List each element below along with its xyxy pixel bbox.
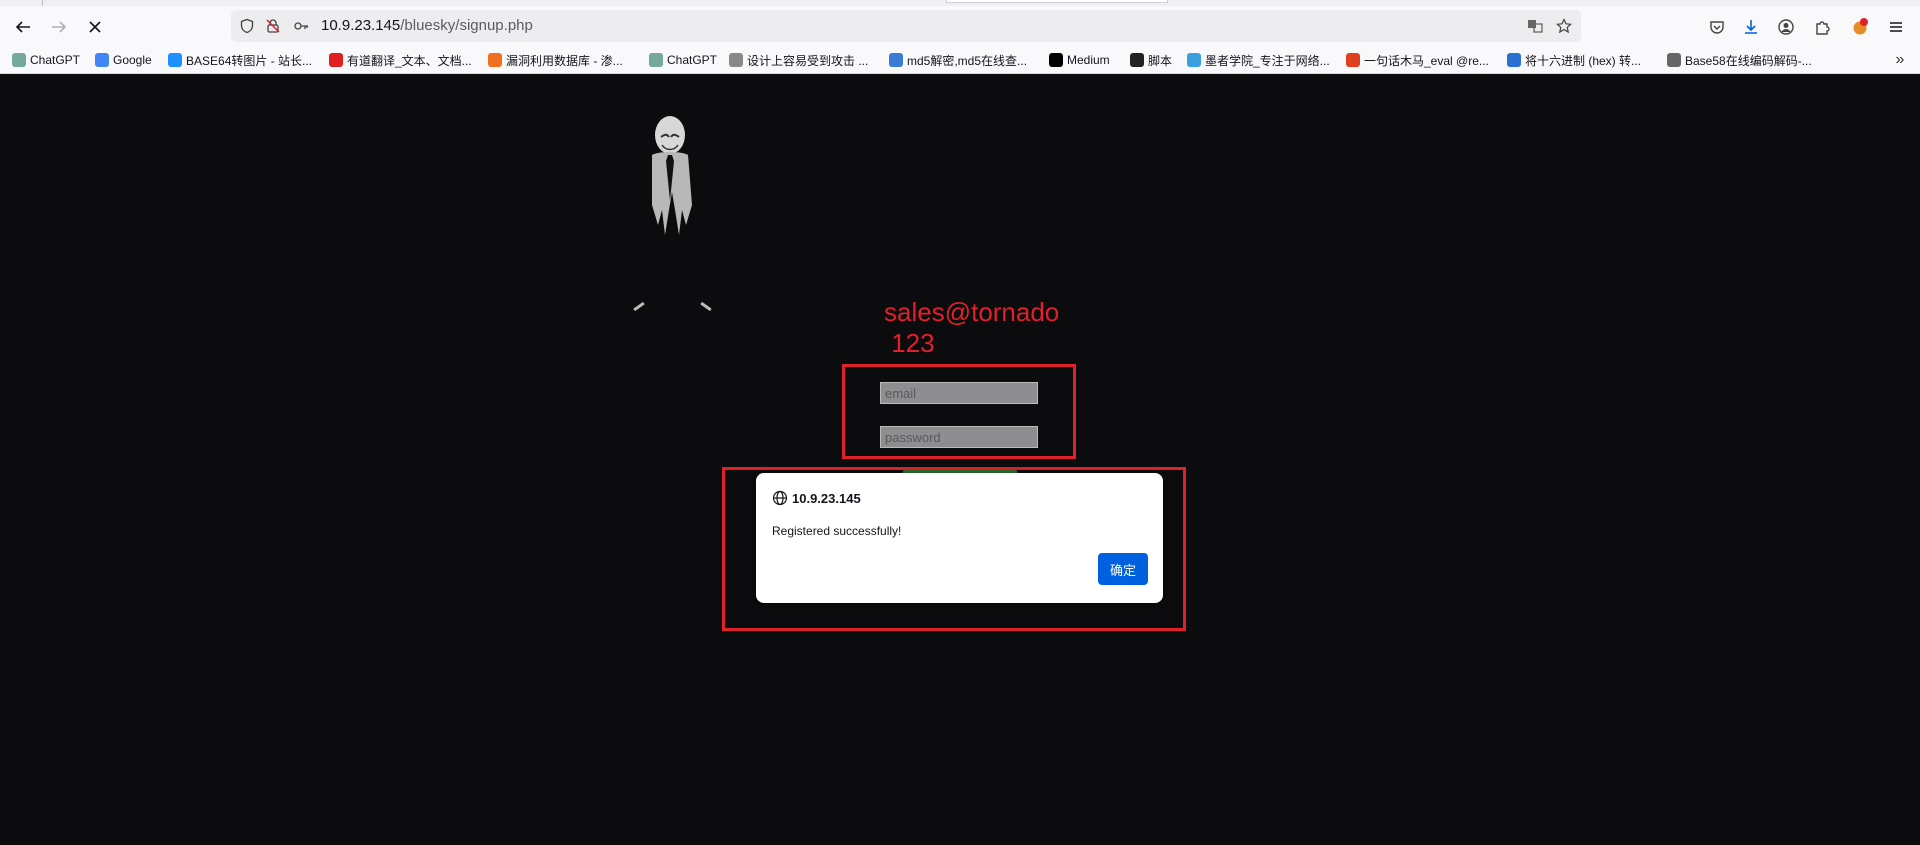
bookmark-item[interactable]: Google xyxy=(95,50,152,70)
bookmark-item[interactable]: ChatGPT xyxy=(12,50,80,70)
fox-extension-icon xyxy=(1853,18,1868,35)
bookmark-label: BASE64转图片 - 站长... xyxy=(186,53,313,68)
back-arrow-icon xyxy=(15,21,30,33)
bookmark-label: 漏洞利用数据库 - 渗... xyxy=(506,53,623,68)
globe-icon xyxy=(772,490,788,506)
md5-icon xyxy=(889,53,903,67)
bookmark-label: 墨者学院_专注于网络... xyxy=(1205,53,1330,68)
url-text[interactable]: 10.9.23.145/bluesky/signup.php xyxy=(321,10,533,42)
bookmarks-overflow-chevron-icon[interactable]: » xyxy=(1890,50,1910,70)
pocket-button[interactable] xyxy=(1702,12,1732,42)
dialog-origin: 10.9.23.145 xyxy=(772,490,861,506)
dialog-origin-host: 10.9.23.145 xyxy=(792,490,861,506)
translate-icon[interactable] xyxy=(1527,18,1543,34)
bookmark-label: 设计上容易受到攻击 ... xyxy=(747,53,869,68)
google-icon xyxy=(95,53,109,67)
exploit-db-icon xyxy=(488,53,502,67)
forward-button[interactable] xyxy=(44,12,74,42)
pocket-icon xyxy=(1710,21,1724,34)
hamburger-menu-icon xyxy=(1890,22,1902,32)
bookmark-item[interactable]: 一句话木马_eval @re... xyxy=(1346,50,1489,70)
csdn-icon xyxy=(1346,53,1360,67)
bookmark-item[interactable]: 有道翻译_文本、文档... xyxy=(329,50,472,70)
account-icon xyxy=(1778,19,1794,35)
decor-dash xyxy=(700,301,712,312)
account-button[interactable] xyxy=(1771,12,1801,42)
bookmark-item[interactable]: 将十六进制 (hex) 转... xyxy=(1507,50,1641,70)
mozhe-icon xyxy=(1187,53,1201,67)
active-tab[interactable] xyxy=(946,0,1168,3)
dialog-ok-button[interactable]: 确定 xyxy=(1098,553,1148,585)
bookmarks-toolbar: ChatGPT Google BASE64转图片 - 站长... 有道翻译_文本… xyxy=(0,46,1920,74)
bookmark-label: 一句话木马_eval @re... xyxy=(1364,53,1489,68)
url-host: 10.9.23.145 xyxy=(321,17,401,34)
bookmark-label: 脚本 xyxy=(1148,53,1173,68)
hex-icon xyxy=(1507,53,1521,67)
bookmark-item[interactable]: Base58在线编码解码-... xyxy=(1667,50,1812,70)
bookmark-star-icon[interactable] xyxy=(1556,18,1572,34)
bookmark-label: ChatGPT xyxy=(667,53,718,67)
bookmark-item[interactable]: 漏洞利用数据库 - 渗... xyxy=(488,50,623,70)
dialog-message: Registered successfully! xyxy=(772,524,902,538)
bookmark-label: 有道翻译_文本、文档... xyxy=(347,53,472,68)
anonymous-mask-figure-image xyxy=(652,116,692,235)
briefcase-icon xyxy=(1667,53,1681,67)
bookmark-item[interactable]: Medium xyxy=(1049,50,1110,70)
bookmark-item[interactable]: md5解密,md5在线查... xyxy=(889,50,1027,70)
youdao-icon xyxy=(329,53,343,67)
close-icon xyxy=(89,21,101,33)
diamond-icon xyxy=(729,53,743,67)
annotation-credentials-text: sales@tornado 123 xyxy=(884,297,1060,358)
bookmark-label: md5解密,md5在线查... xyxy=(907,53,1028,68)
medium-icon xyxy=(1049,53,1063,67)
decor-dash xyxy=(633,301,645,312)
bookmark-item[interactable]: ChatGPT xyxy=(649,50,717,70)
back-button[interactable] xyxy=(8,12,38,42)
github-icon xyxy=(1130,53,1144,67)
extensions-button[interactable] xyxy=(1808,12,1838,42)
url-path: /bluesky/signup.php xyxy=(400,17,533,34)
shield-icon[interactable] xyxy=(239,18,255,34)
menu-button[interactable] xyxy=(1881,12,1911,42)
downloads-button[interactable] xyxy=(1736,12,1766,42)
bookmark-item[interactable]: 脚本 xyxy=(1130,50,1172,70)
bookmark-label: Google xyxy=(113,53,152,67)
download-icon xyxy=(1745,20,1757,34)
chatgpt-icon xyxy=(12,53,26,67)
stop-loading-button[interactable] xyxy=(80,12,110,42)
bookmark-label: ChatGPT xyxy=(30,53,81,67)
lightning-icon xyxy=(168,53,182,67)
bookmark-item[interactable]: BASE64转图片 - 站长... xyxy=(168,50,312,70)
key-icon[interactable] xyxy=(293,18,309,34)
url-bar[interactable]: 10.9.23.145/bluesky/signup.php xyxy=(231,10,1581,42)
chatgpt-icon xyxy=(649,53,663,67)
bookmark-label: Medium xyxy=(1067,53,1110,67)
bookmark-label: 将十六进制 (hex) 转... xyxy=(1525,53,1642,68)
extension-avatar-button[interactable] xyxy=(1845,12,1875,42)
alert-dialog: 10.9.23.145 Registered successfully! 确定 xyxy=(756,473,1163,603)
insecure-lock-icon[interactable] xyxy=(265,18,281,34)
email-field[interactable] xyxy=(880,382,1038,404)
bookmark-item[interactable]: 设计上容易受到攻击 ... xyxy=(729,50,868,70)
password-field[interactable] xyxy=(880,426,1038,448)
forward-arrow-icon xyxy=(52,21,67,33)
bookmark-label: Base58在线编码解码-... xyxy=(1685,53,1812,68)
navigation-toolbar: 10.9.23.145/bluesky/signup.php xyxy=(0,6,1920,46)
page-content: sales@tornado 123 10.9.23.145 Registered… xyxy=(0,75,1920,845)
puzzle-icon xyxy=(1816,21,1830,35)
bookmark-item[interactable]: 墨者学院_专注于网络... xyxy=(1187,50,1330,70)
